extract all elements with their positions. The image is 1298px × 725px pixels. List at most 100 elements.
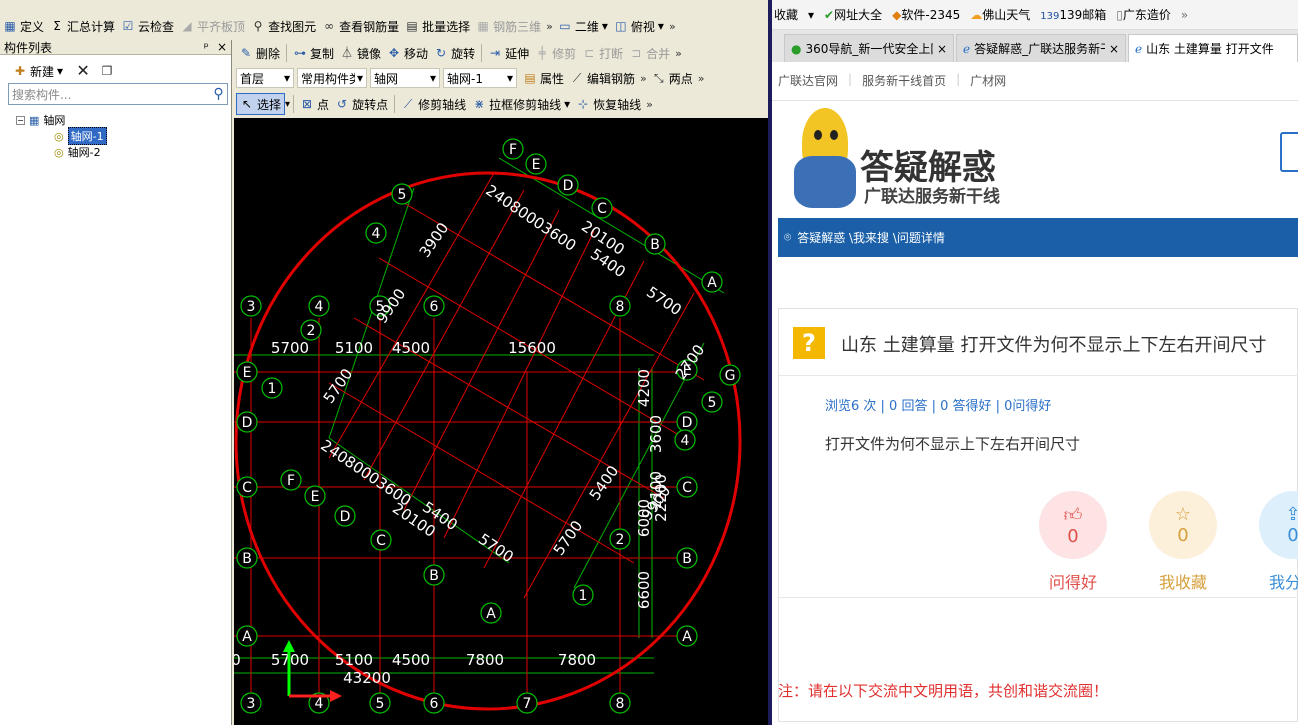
- trim-icon: ╪: [538, 46, 546, 60]
- bookmark-item[interactable]: 收藏: [774, 6, 798, 23]
- sigma-icon: Σ: [53, 19, 61, 33]
- close-icon[interactable]: ×: [217, 40, 227, 54]
- find-element-button[interactable]: ⚲ 查找图元: [248, 15, 319, 37]
- axis-bubble-label: F: [287, 473, 295, 489]
- view-rebar-button[interactable]: ∞ 查看钢筋量: [319, 15, 402, 37]
- nav-link[interactable]: 服务新干线首页: [862, 72, 946, 89]
- page-icon: ▯: [1116, 8, 1123, 22]
- search-component-field[interactable]: 搜索构件... ⚲: [8, 83, 228, 105]
- pointer-icon: ↖: [241, 97, 253, 111]
- toolbar-overflow-6[interactable]: »: [644, 98, 655, 111]
- bookmark-item[interactable]: 139139邮箱: [1040, 6, 1106, 23]
- thumbs-up-icon: 👍︎: [1063, 504, 1083, 526]
- define-button[interactable]: ▦ 定义: [0, 15, 47, 37]
- breadcrumb[interactable]: 答疑解惑 \我来搜 \问题详情: [797, 229, 945, 246]
- type-select[interactable]: 轴网 ▾: [370, 68, 440, 88]
- delete-button[interactable]: ✎ 删除: [236, 42, 283, 64]
- select-button[interactable]: ↖ 选择: [236, 93, 286, 115]
- panel-title: 构件列表: [4, 40, 53, 55]
- view-2d-dropdown[interactable]: ▭ 二维 ▾: [555, 15, 611, 37]
- x-arrow-icon: [330, 690, 342, 702]
- point-button[interactable]: ⊠ 点: [297, 93, 332, 115]
- bookmark-item[interactable]: ☁佛山天气: [970, 6, 1030, 23]
- mirror-button[interactable]: ⏃ 镜像: [337, 42, 384, 64]
- break-button[interactable]: ⊏ 打断: [579, 42, 626, 64]
- selector-toolbar: 首层▾ 常用构件类▾ 轴网▾ 轴网-1▾ ▤属性 ⟋编辑钢筋 » ⤡两点 »: [236, 65, 768, 91]
- floor-select[interactable]: 首层 ▾: [236, 68, 294, 88]
- tree-item[interactable]: ◎ 轴网-2: [16, 144, 107, 160]
- edit-toolbar: ✎ 删除 ⊶ 复制 ⏃ 镜像 ✥ 移动 ↻ 旋转 ⇥ 延伸 ╪ 修剪 ⊏ 打断 ⊐ 合并 »: [236, 40, 768, 66]
- cloud-check-button[interactable]: ☑ 云检查: [118, 15, 177, 37]
- move-button[interactable]: ✥ 移动: [384, 42, 431, 64]
- dimension-label: 0: [234, 651, 241, 669]
- delete-icon[interactable]: ✕: [76, 63, 90, 79]
- axis-bubble-label: 4: [315, 299, 324, 315]
- action-share[interactable]: ⇪0 我分享: [1259, 491, 1298, 593]
- axis-bubble-label: C: [682, 480, 692, 496]
- header-search-box[interactable]: [1280, 132, 1298, 172]
- extend-button[interactable]: ⇥ 延伸: [485, 42, 532, 64]
- close-icon[interactable]: ×: [937, 42, 947, 56]
- toolbar-overflow-2[interactable]: »: [667, 20, 678, 33]
- tab-360[interactable]: ● 360导航_新一代安全上网 ×: [784, 34, 954, 62]
- cad-drawing-area[interactable]: FEDCBA54345682E1GE5DD4FECDCC2BBBA1AA3456…: [234, 118, 768, 725]
- chevron-down-icon[interactable]: ▾: [808, 8, 814, 22]
- summary-calc-button[interactable]: Σ 汇总计算: [47, 15, 118, 37]
- bookmark-item[interactable]: ✔网址大全: [824, 6, 882, 23]
- properties-button[interactable]: ▤ 属性: [520, 67, 567, 89]
- tab-current[interactable]: ℯ 山东 土建算量 打开文件: [1128, 34, 1298, 62]
- copy-button[interactable]: ⊶ 复制: [290, 42, 337, 64]
- toolbar-overflow[interactable]: »: [544, 20, 555, 33]
- axis-bubble-label: 6: [430, 299, 439, 315]
- two-points-button[interactable]: ⤡ 两点: [649, 67, 696, 89]
- star-icon: ☆: [1174, 504, 1192, 525]
- action-favorite[interactable]: ☆ 0 我收藏: [1149, 491, 1217, 593]
- tree-item[interactable]: ◎ 轴网-1: [16, 127, 107, 145]
- toolbar-overflow-3[interactable]: »: [673, 47, 684, 60]
- action-good-question[interactable]: 👍︎ 0 问得好: [1039, 491, 1107, 593]
- new-icon: ✚: [14, 64, 26, 78]
- restore-axis-button[interactable]: ⊹ 恢复轴线: [573, 93, 644, 115]
- chevron-down-icon[interactable]: ▾: [285, 99, 290, 110]
- search-icon[interactable]: ⚲: [207, 86, 227, 102]
- nav-link[interactable]: 广联达官网: [778, 72, 838, 89]
- more-bookmarks-icon[interactable]: »: [1181, 8, 1188, 22]
- trim-button[interactable]: ╪ 修剪: [532, 42, 579, 64]
- top-view-dropdown[interactable]: ◫ 俯视 ▾: [611, 15, 667, 37]
- bookmarks-bar: 收藏 ▾ ✔网址大全 ◆软件-2345 ☁佛山天气 139139邮箱 ▯广东造价 …: [772, 0, 1298, 30]
- copy-icon: ⊶: [294, 46, 307, 60]
- instance-select[interactable]: 轴网-1 ▾: [443, 68, 517, 88]
- toolbar-overflow-5[interactable]: »: [696, 72, 707, 85]
- close-icon[interactable]: ×: [1109, 42, 1119, 56]
- tree-root[interactable]: − ▦ 轴网: [16, 112, 107, 128]
- rotate-point-icon: ↺: [337, 97, 348, 111]
- pin-icon[interactable]: ᵖ: [204, 40, 209, 54]
- edit-rebar-button[interactable]: ⟋ 编辑钢筋: [567, 67, 638, 89]
- toolbar-overflow-4[interactable]: »: [638, 72, 649, 85]
- panel-title-bar: 构件列表 ᵖ ×: [0, 40, 231, 55]
- axis-bubble-label: 1: [579, 588, 588, 604]
- category-select[interactable]: 常用构件类▾: [297, 68, 367, 88]
- copy-icon[interactable]: ❐: [100, 64, 114, 78]
- trim-axis-button[interactable]: ⟋ 修剪轴线: [398, 93, 469, 115]
- collapse-icon[interactable]: −: [16, 115, 25, 125]
- box-trim-axis-button[interactable]: ⋇ 拉框修剪轴线 ▾: [469, 93, 573, 115]
- new-button[interactable]: ✚ 新建 ▾: [10, 60, 66, 82]
- flush-slab-button[interactable]: ◢ 平齐板顶: [177, 15, 248, 37]
- bookmark-item[interactable]: ▯广东造价: [1116, 6, 1171, 23]
- axis-bubble-label: 2: [307, 323, 316, 339]
- browser-tabs: ●360导航_新一代安全上网× ℯ答疑解惑_广联达服务新干线× ℯ山东 土建算量…: [772, 30, 1298, 62]
- axis-bubble-label: A: [486, 606, 496, 622]
- axis-labels: FEDCBA543 4 5 6 82E1GE5D D4FECDCC 2BBBA1A A3 4 5 6…: [234, 138, 741, 714]
- rotate-button[interactable]: ↻ 旋转: [431, 42, 478, 64]
- search-input[interactable]: 搜索构件...: [9, 86, 207, 103]
- question-body: 打开文件为何不显示上下左右开间尺寸: [825, 435, 1081, 453]
- tab-dayi[interactable]: ℯ答疑解惑_广联达服务新干线×: [956, 34, 1126, 62]
- axis-bubble-label: 8: [616, 299, 625, 315]
- bookmark-item[interactable]: ◆软件-2345: [892, 6, 960, 23]
- merge-button[interactable]: ⊐ 合并: [626, 42, 673, 64]
- nav-link[interactable]: 广材网: [970, 72, 1006, 89]
- rebar-3d-button[interactable]: ▦ 钢筋三维: [473, 15, 544, 37]
- rotate-point-button[interactable]: ↺ 旋转点: [332, 93, 391, 115]
- batch-select-button[interactable]: ▤ 批量选择: [402, 15, 473, 37]
